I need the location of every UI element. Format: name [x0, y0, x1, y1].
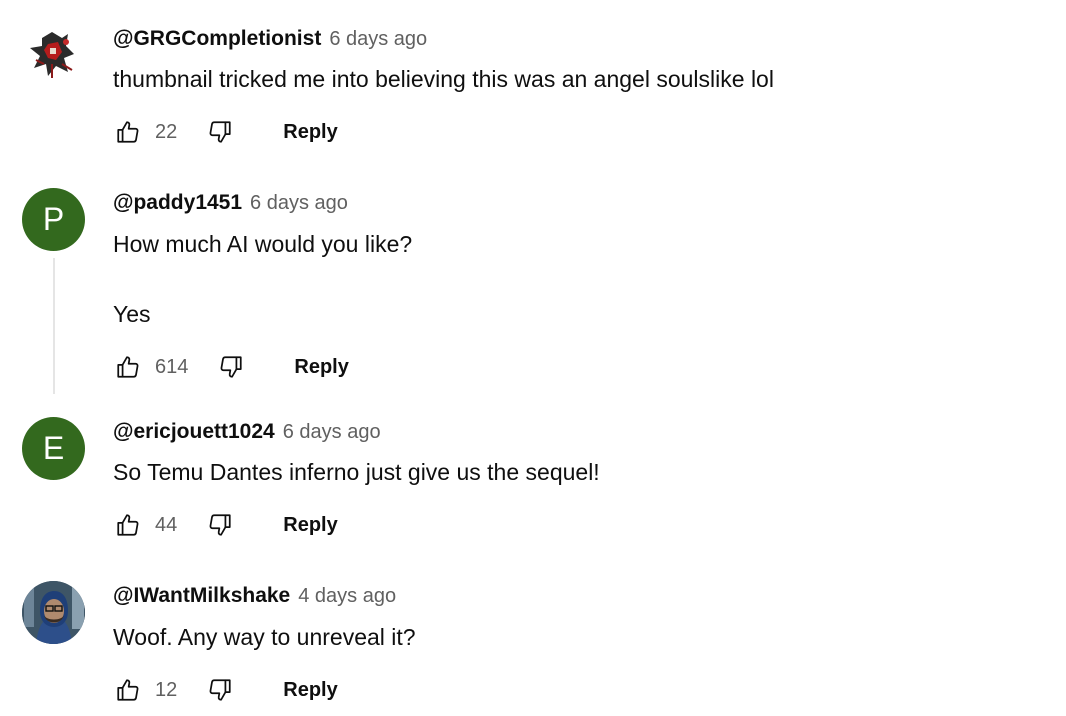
thumbs-up-icon[interactable]: [113, 675, 143, 705]
thumbs-down-icon[interactable]: [216, 352, 246, 382]
avatar-letter: P: [42, 201, 65, 237]
like-count: 12: [155, 678, 178, 701]
like-count: 614: [155, 355, 189, 378]
comment-text: Woof. Any way to unreveal it?: [113, 624, 416, 650]
comment-text: So Temu Dantes inferno just give us the …: [113, 459, 600, 485]
avatar[interactable]: P: [22, 188, 85, 251]
avatar[interactable]: [22, 24, 85, 87]
thumbs-down-icon[interactable]: [205, 675, 235, 705]
comment-actions: 22 Reply: [113, 114, 338, 150]
reply-button[interactable]: Reply: [283, 679, 337, 702]
reply-button[interactable]: Reply: [283, 121, 337, 144]
reply-button[interactable]: Reply: [283, 514, 337, 537]
like-count: 44: [155, 513, 178, 536]
comment-timestamp[interactable]: 6 days ago: [329, 28, 427, 51]
comment-actions: 614 Reply: [113, 349, 349, 385]
comment-actions: 12 Reply: [113, 672, 338, 708]
avatar[interactable]: E: [22, 417, 85, 480]
comment-author[interactable]: @IWantMilkshake: [113, 584, 290, 608]
thumbs-up-icon[interactable]: [113, 510, 143, 540]
comment-author[interactable]: @paddy1451: [113, 191, 242, 215]
comment-text: How much AI would you like? Yes: [113, 231, 413, 327]
thumbs-down-icon[interactable]: [205, 117, 235, 147]
comment-text: thumbnail tricked me into believing this…: [113, 66, 774, 92]
comment-timestamp[interactable]: 4 days ago: [298, 585, 396, 608]
comment-timestamp[interactable]: 6 days ago: [250, 192, 348, 215]
like-count: 22: [155, 120, 178, 143]
thumbs-down-icon[interactable]: [205, 510, 235, 540]
avatar-letter: E: [42, 430, 65, 466]
comment-timestamp[interactable]: 6 days ago: [283, 421, 381, 444]
thumbs-up-icon[interactable]: [113, 117, 143, 147]
reply-button[interactable]: Reply: [294, 356, 348, 379]
comment-author[interactable]: @GRGCompletionist: [113, 27, 321, 51]
thread-line: [53, 258, 55, 394]
thumbs-up-icon[interactable]: [113, 352, 143, 382]
comment-author[interactable]: @ericjouett1024: [113, 420, 275, 444]
comment-actions: 44 Reply: [113, 507, 338, 543]
avatar[interactable]: [22, 581, 85, 644]
